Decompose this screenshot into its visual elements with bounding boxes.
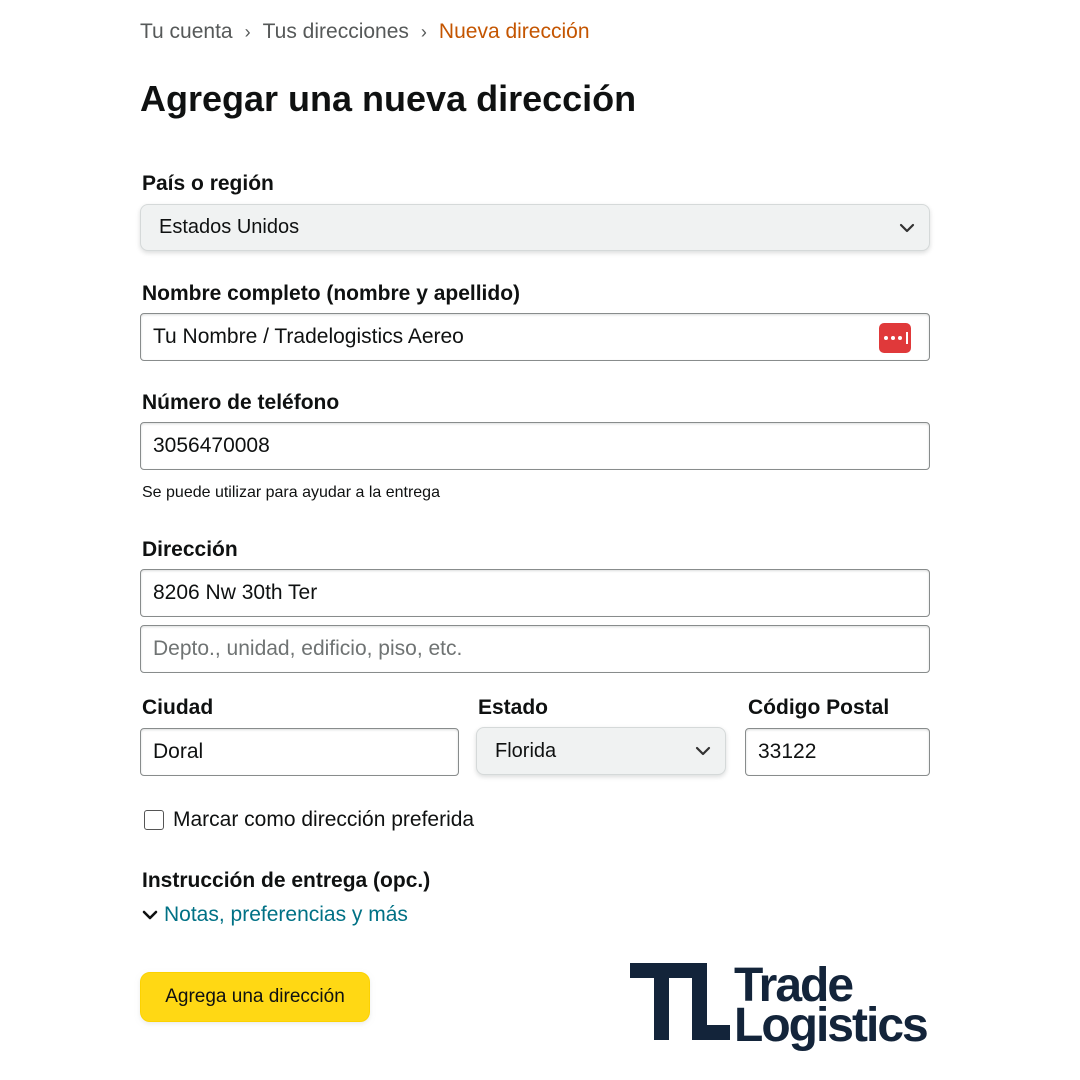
city-label: Ciudad [142,696,214,719]
address-label: Dirección [142,538,238,561]
state-select-value: Florida [495,739,557,762]
postal-code-label: Código Postal [748,696,890,719]
address-line1-value: 8206 Nw 30th Ter [153,581,318,604]
preferred-address-label: Marcar como dirección preferida [173,808,475,831]
country-label: País o región [142,172,274,195]
postal-code-input[interactable]: 33122 [745,728,930,776]
delivery-instructions-label: Instrucción de entrega (opc.) [142,869,431,892]
state-label: Estado [478,696,549,719]
trade-logistics-logo: Trade Logistics [630,960,929,1052]
tl-monogram-icon [630,963,730,1040]
address-line1-input[interactable]: 8206 Nw 30th Ter [140,569,930,617]
postal-code-value: 33122 [758,740,817,763]
phone-label: Número de teléfono [142,391,340,414]
breadcrumb: Tu cuenta › Tus direcciones › Nueva dire… [140,20,590,44]
phone-input[interactable]: 3056470008 [140,422,930,470]
breadcrumb-current: Nueva dirección [438,20,590,43]
city-input[interactable]: Doral [140,728,459,776]
full-name-label: Nombre completo (nombre y apellido) [142,282,521,305]
delivery-instructions-link[interactable]: Notas, preferencias y más [164,903,408,927]
address-line2-placeholder: Depto., unidad, edificio, piso, etc. [153,637,463,660]
add-address-button[interactable]: Agrega una dirección [140,972,370,1022]
preferred-address-option[interactable]: Marcar como dirección preferida [144,808,474,832]
chevron-right-icon: › [420,21,427,42]
page-title: Agregar una nueva dirección [140,78,637,119]
full-name-value: Tu Nombre / Tradelogistics Aereo [153,325,464,348]
full-name-input[interactable]: Tu Nombre / Tradelogistics Aereo [140,313,930,361]
logo-word-logistics: Logistics [734,999,929,1052]
state-select[interactable]: Florida [476,727,726,775]
breadcrumb-tus-direcciones[interactable]: Tus direcciones [263,20,409,44]
delivery-instructions-expander[interactable]: Notas, preferencias y más [142,903,408,927]
password-manager-icon[interactable] [879,323,911,353]
address-line2-input[interactable]: Depto., unidad, edificio, piso, etc. [140,625,930,673]
preferred-address-checkbox[interactable] [144,810,164,830]
chevron-right-icon: › [244,21,251,42]
breadcrumb-tu-cuenta[interactable]: Tu cuenta [140,20,233,44]
country-select[interactable]: Estados Unidos [140,204,930,251]
country-select-value: Estados Unidos [159,216,300,238]
city-value: Doral [153,740,204,763]
chevron-down-icon [142,907,158,923]
phone-value: 3056470008 [153,434,270,457]
chevron-down-icon [897,218,917,238]
chevron-down-icon [693,741,713,761]
phone-hint: Se puede utilizar para ayudar a la entre… [142,484,440,501]
